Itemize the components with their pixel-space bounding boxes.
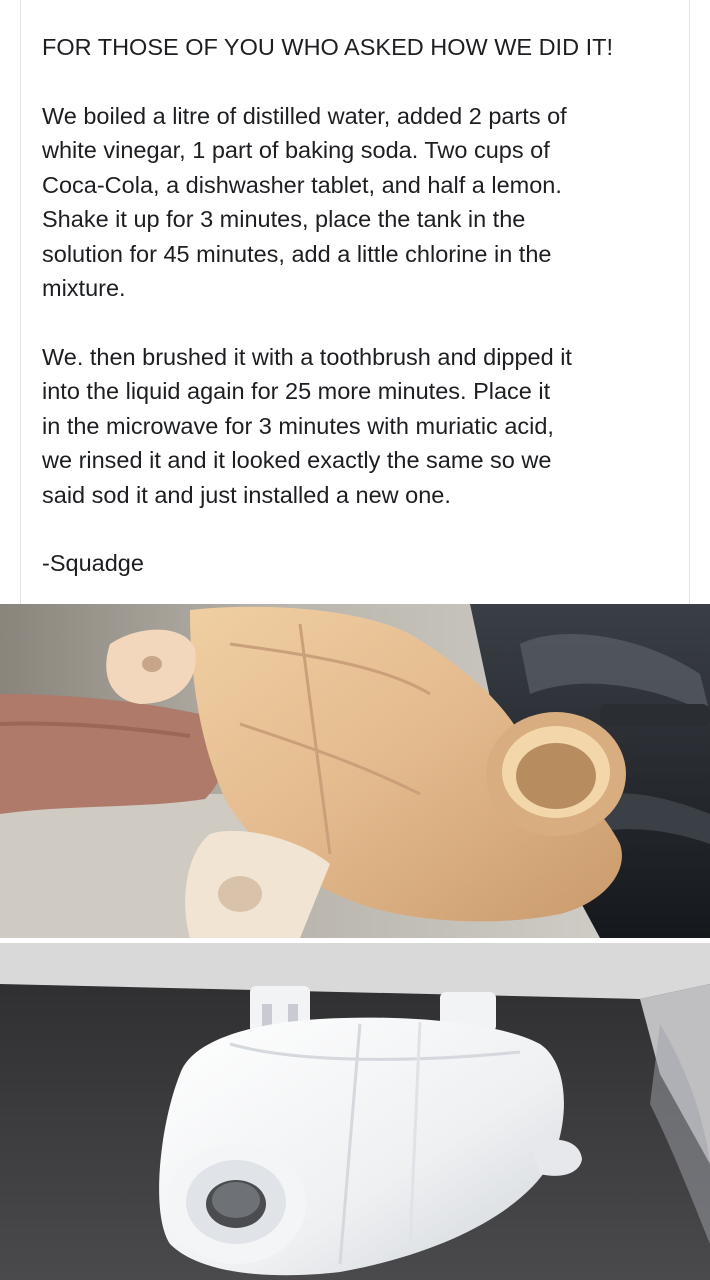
bottom-photo [0,943,710,1280]
post-paragraph-2: We. then brushed it with a toothbrush an… [42,343,572,508]
photo-collage-svg [0,604,710,1280]
post-heading: FOR THOSE OF YOU WHO ASKED HOW WE DID IT… [42,34,613,60]
post-signature: -Squadge [42,550,144,576]
top-photo [0,604,710,938]
post-paragraph-1: We boiled a litre of distilled water, ad… [42,102,567,302]
photo-collage[interactable] [0,604,710,1280]
post-page: FOR THOSE OF YOU WHO ASKED HOW WE DID IT… [0,0,710,1280]
post-text: FOR THOSE OF YOU WHO ASKED HOW WE DID IT… [42,30,682,581]
